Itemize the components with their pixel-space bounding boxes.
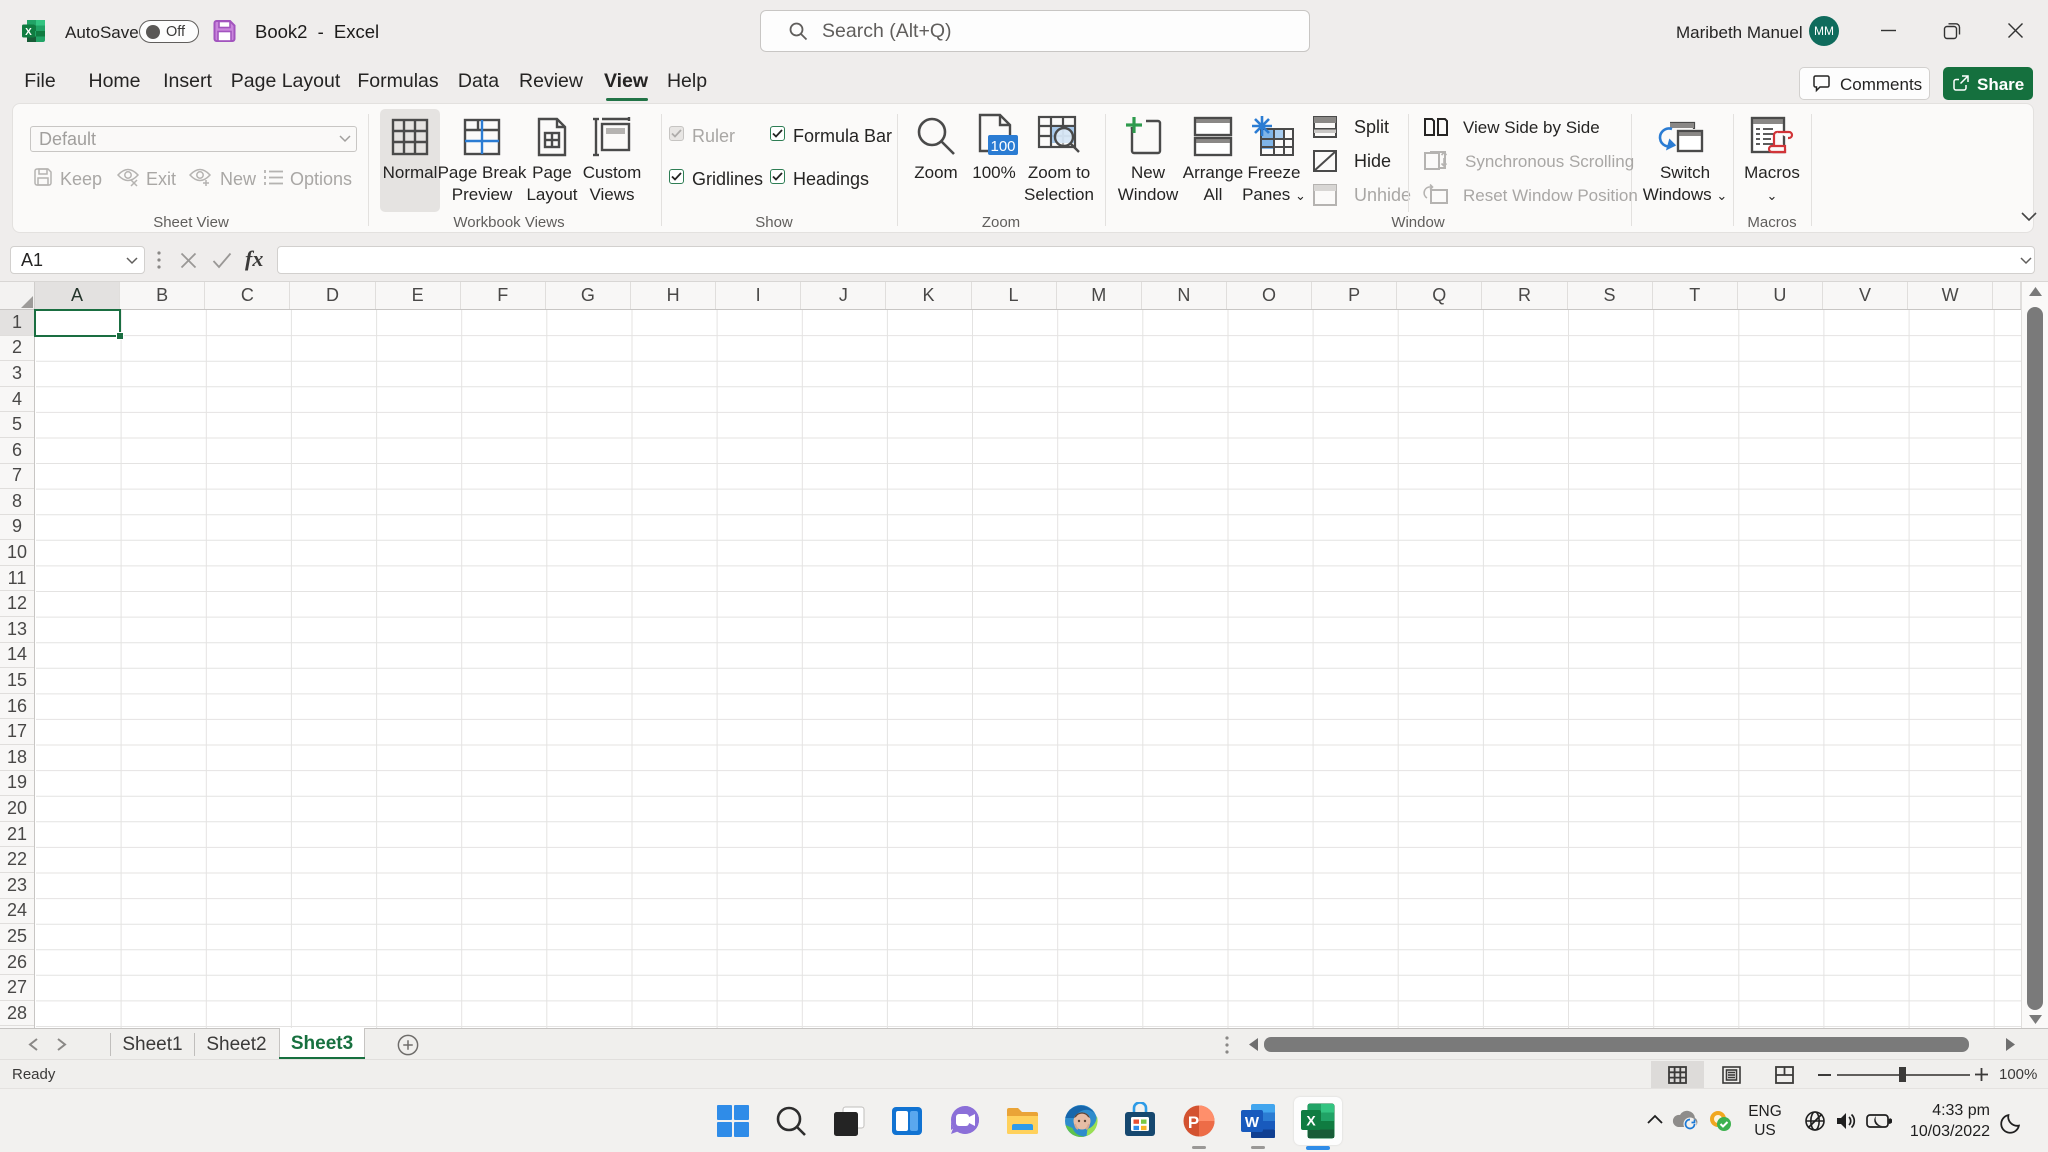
svg-text:W: W [1245,1114,1260,1131]
svg-text:X: X [25,27,32,38]
svg-text:100: 100 [990,138,1015,155]
svg-text:X: X [1306,1113,1316,1129]
svg-text:P: P [1188,1113,1199,1132]
